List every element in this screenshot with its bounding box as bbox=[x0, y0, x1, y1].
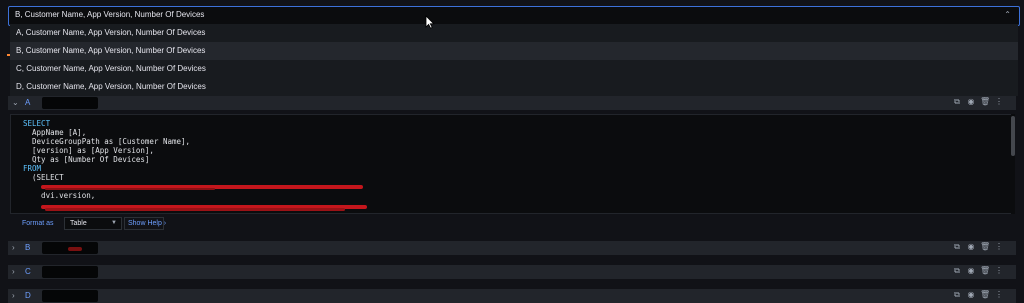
editor-scrollbar[interactable] bbox=[1011, 114, 1015, 214]
redaction-mark bbox=[45, 188, 215, 190]
scrollbar-thumb[interactable] bbox=[1011, 116, 1015, 156]
option-label: C, Customer Name, App Version, Number Of… bbox=[16, 64, 206, 73]
trash-icon[interactable]: 🗑 bbox=[980, 266, 990, 276]
expand-caret-icon[interactable]: › bbox=[12, 291, 15, 300]
drag-handle-icon[interactable]: ⋮ bbox=[994, 242, 1004, 252]
query-select-options: A, Customer Name, App Version, Number Of… bbox=[10, 24, 1018, 96]
mouse-cursor-icon bbox=[425, 15, 435, 29]
option-a[interactable]: A, Customer Name, App Version, Number Of… bbox=[10, 24, 1018, 42]
option-c[interactable]: C, Customer Name, App Version, Number Of… bbox=[10, 60, 1018, 78]
show-help-button[interactable]: Show Help › bbox=[124, 217, 167, 230]
expand-caret-icon[interactable]: › bbox=[12, 267, 15, 276]
query-row-actions: ⧉ ◉ 🗑 ⋮ bbox=[952, 266, 1010, 278]
duplicate-icon[interactable]: ⧉ bbox=[952, 97, 962, 107]
drag-handle-icon[interactable]: ⋮ bbox=[994, 266, 1004, 276]
option-label: B, Customer Name, App Version, Number Of… bbox=[16, 46, 206, 55]
query-row-actions: ⧉ ◉ 🗑 ⋮ bbox=[952, 97, 1010, 109]
code-keyword: SELECT bbox=[23, 119, 51, 128]
query-options-bar: Format as Table ▼ Show Help › bbox=[10, 216, 1015, 232]
format-as-label: Format as bbox=[22, 220, 54, 227]
query-select[interactable]: B, Customer Name, App Version, Number Of… bbox=[8, 6, 1020, 26]
query-ref-label[interactable]: C bbox=[25, 267, 31, 276]
eye-icon[interactable]: ◉ bbox=[966, 290, 976, 300]
query-row-a[interactable]: ⌄ A ⧉ ◉ 🗑 ⋮ bbox=[8, 96, 1016, 110]
redacted-datasource bbox=[42, 290, 98, 302]
option-b[interactable]: B, Customer Name, App Version, Number Of… bbox=[10, 42, 1018, 60]
eye-icon[interactable]: ◉ bbox=[966, 97, 976, 107]
code-text: [version] as [App Version], bbox=[23, 146, 154, 155]
option-d[interactable]: D, Customer Name, App Version, Number Of… bbox=[10, 78, 1018, 96]
chevron-down-icon: ▼ bbox=[111, 220, 117, 226]
query-row-actions: ⧉ ◉ 🗑 ⋮ bbox=[952, 290, 1010, 302]
query-ref-label[interactable]: D bbox=[25, 291, 31, 300]
duplicate-icon[interactable]: ⧉ bbox=[952, 266, 962, 276]
code-text: AppName [A], bbox=[23, 128, 87, 137]
option-label: A, Customer Name, App Version, Number Of… bbox=[16, 28, 206, 37]
show-help-label: Show Help › bbox=[128, 220, 167, 227]
duplicate-icon[interactable]: ⧉ bbox=[952, 290, 962, 300]
trash-icon[interactable]: 🗑 bbox=[980, 290, 990, 300]
query-ref-label[interactable]: A bbox=[25, 98, 30, 107]
query-row-b[interactable]: › B ⧉ ◉ 🗑 ⋮ bbox=[8, 241, 1016, 255]
trash-icon[interactable]: 🗑 bbox=[980, 242, 990, 252]
eye-icon[interactable]: ◉ bbox=[966, 242, 976, 252]
code-text: dvi.version, bbox=[23, 191, 96, 200]
query-row-d[interactable]: › D ⧉ ◉ 🗑 ⋮ bbox=[8, 289, 1016, 303]
drag-handle-icon[interactable]: ⋮ bbox=[994, 97, 1004, 107]
eye-icon[interactable]: ◉ bbox=[966, 266, 976, 276]
format-value: Table bbox=[70, 220, 87, 227]
code-text: Qty as [Number Of Devices] bbox=[23, 155, 150, 164]
redacted-datasource bbox=[42, 266, 98, 278]
duplicate-icon[interactable]: ⧉ bbox=[952, 242, 962, 252]
collapse-caret-icon[interactable]: ⌄ bbox=[12, 98, 19, 107]
query-row-actions: ⧉ ◉ 🗑 ⋮ bbox=[952, 242, 1010, 254]
sql-editor[interactable]: SELECT AppName [A], DeviceGroupPath as [… bbox=[10, 114, 1012, 214]
chevron-up-icon[interactable]: ⌃ bbox=[1004, 10, 1011, 19]
redacted-datasource bbox=[42, 242, 98, 254]
redaction-mark bbox=[45, 208, 345, 211]
code-text: (SELECT bbox=[23, 173, 64, 182]
drag-handle-icon[interactable]: ⋮ bbox=[994, 290, 1004, 300]
query-select-value: B, Customer Name, App Version, Number Of… bbox=[15, 10, 205, 19]
trash-icon[interactable]: 🗑 bbox=[980, 97, 990, 107]
expand-caret-icon[interactable]: › bbox=[12, 243, 15, 252]
query-row-c[interactable]: › C ⧉ ◉ 🗑 ⋮ bbox=[8, 265, 1016, 279]
query-ref-label[interactable]: B bbox=[25, 243, 30, 252]
redacted-datasource bbox=[42, 97, 98, 109]
format-select[interactable]: Table ▼ bbox=[64, 217, 122, 230]
code-text: DeviceGroupPath as [Customer Name], bbox=[23, 137, 191, 146]
code-keyword: FROM bbox=[23, 164, 42, 173]
option-label: D, Customer Name, App Version, Number Of… bbox=[16, 82, 206, 91]
